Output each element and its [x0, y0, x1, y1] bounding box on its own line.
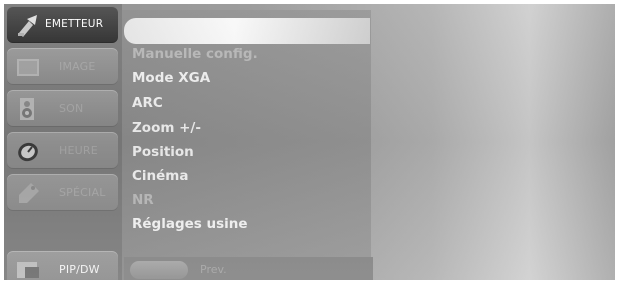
- picture-icon: [15, 53, 43, 81]
- sidebar-item-label: SON: [59, 102, 84, 115]
- antenna-icon: [15, 11, 43, 39]
- speaker-icon: [15, 95, 43, 123]
- sidebar-item-label: HEURE: [59, 144, 98, 157]
- sidebar-item-heure[interactable]: HEURE: [7, 132, 118, 169]
- menu-item-position[interactable]: Position: [132, 142, 194, 162]
- sidebar-item-son[interactable]: SON: [7, 90, 118, 127]
- sidebar-item-label: PIP/DW: [59, 263, 100, 276]
- menu-item-nr[interactable]: NR: [132, 190, 154, 210]
- menu-item-mode-xga[interactable]: Mode XGA: [132, 68, 210, 88]
- menu-item-cinema[interactable]: Cinéma: [132, 166, 188, 186]
- sidebar-item-label: EMETTEUR: [45, 18, 104, 30]
- osd-sidebar: EMETTEUR IMAGE SON HEURE SPÉCIAL PIP/DW: [4, 4, 122, 280]
- prev-button[interactable]: [130, 261, 188, 279]
- submenu-footer: Prev.: [124, 257, 373, 280]
- sidebar-item-special[interactable]: SPÉCIAL: [7, 174, 118, 211]
- submenu-header-highlight: [124, 18, 370, 44]
- menu-item-manuelle-config[interactable]: Manuelle config.: [132, 44, 258, 64]
- pip-icon: [15, 256, 43, 280]
- tag-icon: [15, 179, 43, 207]
- menu-item-reglages-usine[interactable]: Réglages usine: [132, 214, 248, 234]
- menu-item-arc[interactable]: ARC: [132, 93, 163, 113]
- menu-item-zoom[interactable]: Zoom +/-: [132, 118, 201, 138]
- clock-icon: [15, 137, 43, 165]
- sidebar-item-label: SPÉCIAL: [59, 186, 106, 199]
- osd-screen: EMETTEUR IMAGE SON HEURE SPÉCIAL PIP/DW …: [4, 4, 615, 280]
- sidebar-item-label: IMAGE: [59, 60, 96, 73]
- submenu-panel: Manuelle config. Mode XGA ARC Zoom +/- P…: [122, 10, 371, 280]
- sidebar-item-image[interactable]: IMAGE: [7, 48, 118, 85]
- sidebar-item-pip[interactable]: PIP/DW: [7, 251, 118, 280]
- sidebar-item-emetteur[interactable]: EMETTEUR: [7, 6, 118, 43]
- prev-label: Prev.: [200, 263, 227, 276]
